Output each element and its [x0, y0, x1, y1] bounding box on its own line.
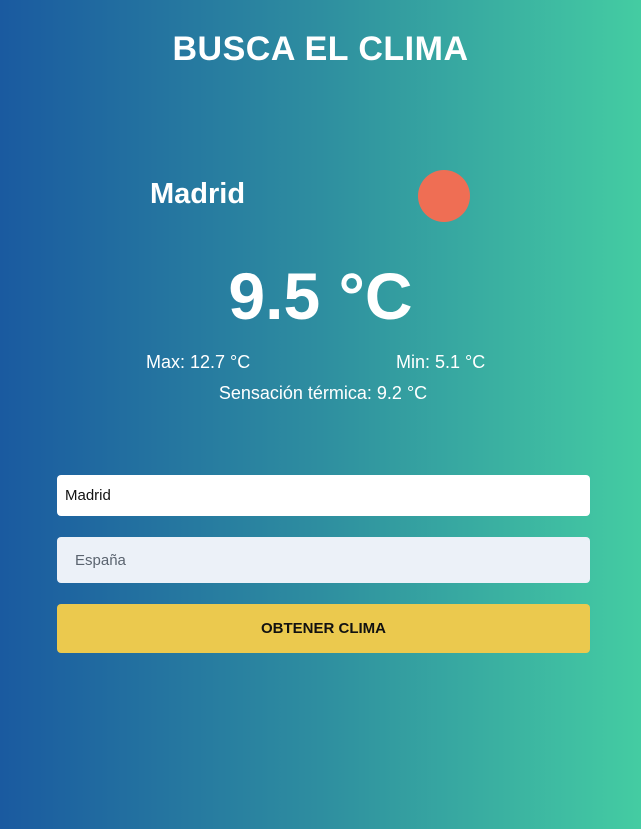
city-header: Madrid — [150, 170, 470, 222]
feels-like-temperature: Sensación térmica: 9.2 °C — [218, 383, 428, 403]
current-temperature: 9.5 °C — [228, 259, 413, 333]
sun-icon — [418, 170, 470, 222]
city-input[interactable] — [57, 475, 590, 516]
city-name: Madrid — [150, 178, 246, 210]
min-max-temperatures: Max: 12.7 °C Min: 5.1 °C — [146, 352, 496, 376]
country-input[interactable] — [57, 537, 590, 583]
page-title: BUSCA EL CLIMA — [172, 30, 469, 68]
weather-app: BUSCA EL CLIMA Madrid 9.5 °C Max: 12.7 °… — [0, 0, 641, 829]
min-temperature: Min: 5.1 °C — [396, 352, 486, 372]
max-temperature: Max: 12.7 °C — [146, 352, 251, 372]
get-weather-button[interactable]: OBTENER CLIMA — [57, 604, 590, 653]
